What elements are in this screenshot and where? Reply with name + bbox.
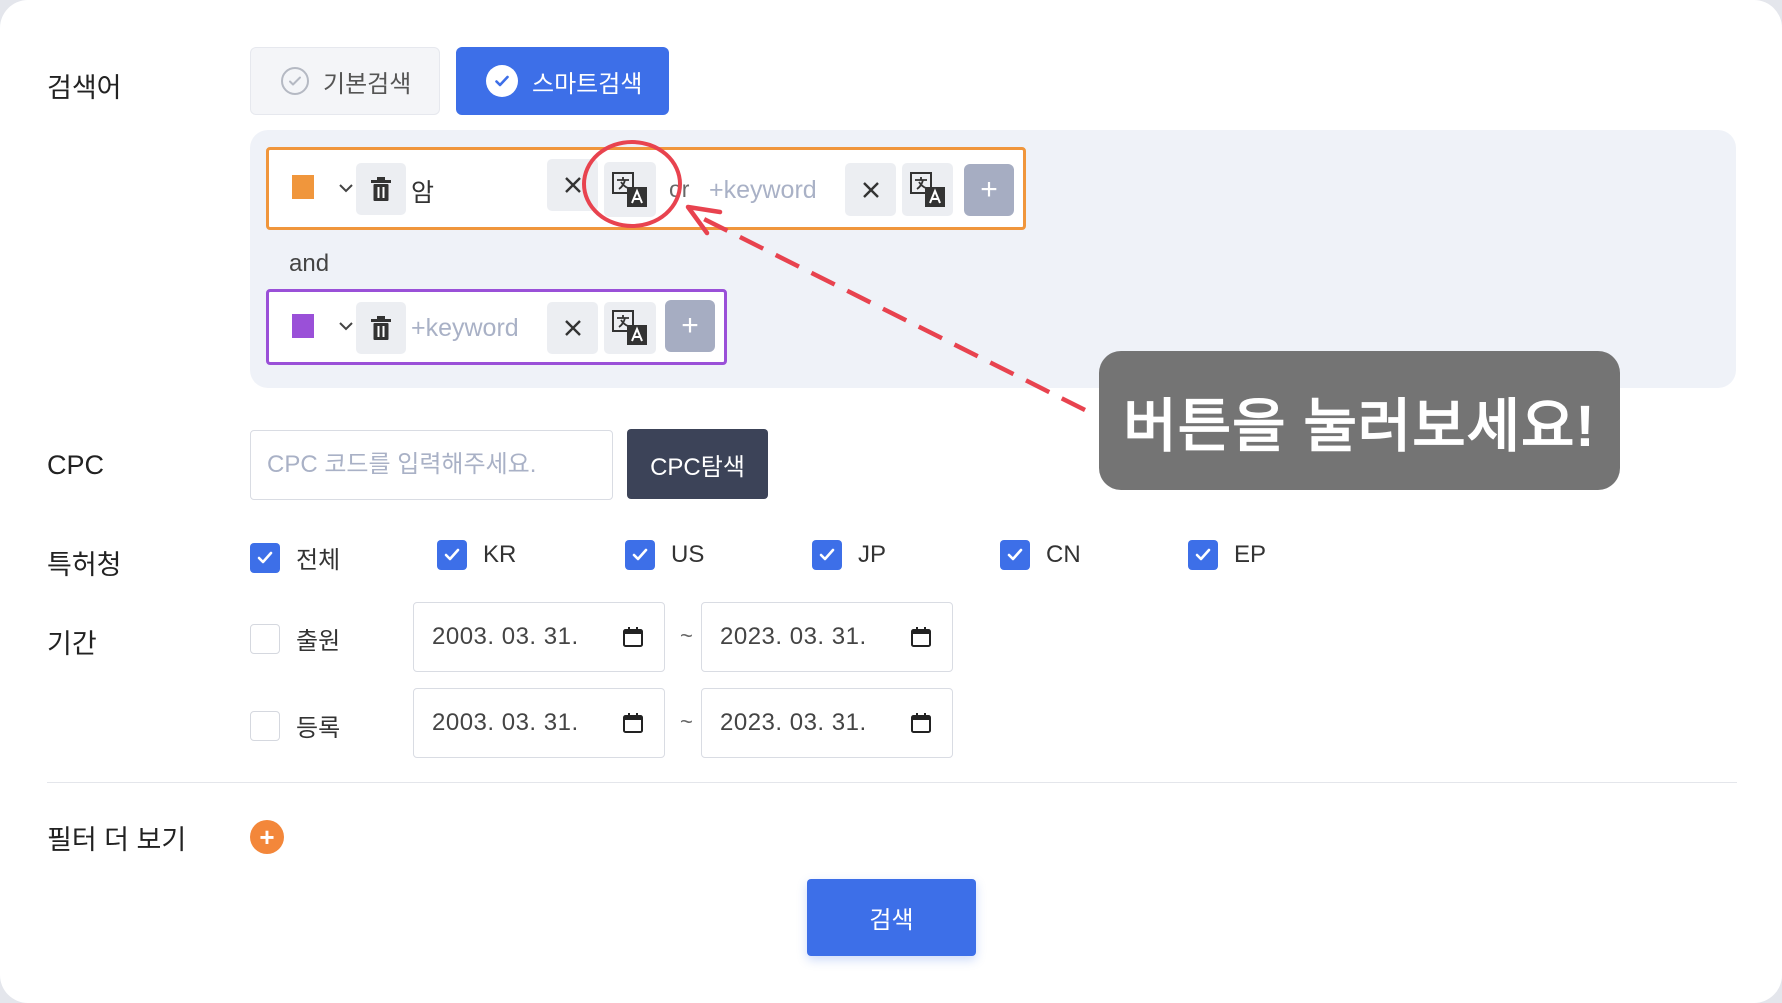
registration-date-from[interactable]: 2003. 03. 31. <box>413 688 665 758</box>
date-range-separator: ~ <box>680 709 693 734</box>
application-date-to[interactable]: 2023. 03. 31. <box>701 602 953 672</box>
date-value: 2023. 03. 31. <box>720 709 867 736</box>
check-circle-icon <box>486 65 518 97</box>
basic-search-label: 기본검색 <box>323 70 412 98</box>
keyword-term-2[interactable]: +keyword <box>709 176 817 205</box>
clear-term-button[interactable] <box>547 302 598 354</box>
date-value: 2003. 03. 31. <box>432 623 579 650</box>
office-checkbox-kr[interactable]: KR <box>437 540 516 570</box>
basic-search-toggle[interactable]: 기본검색 <box>250 47 440 115</box>
add-term-button[interactable]: + <box>665 300 715 352</box>
office-label-text: JP <box>858 541 887 568</box>
translate-button[interactable] <box>604 302 656 354</box>
checkbox-checked-icon <box>250 542 280 573</box>
cpc-explore-button[interactable]: CPC탐색 <box>627 429 768 499</box>
search-button[interactable]: 검색 <box>807 879 976 956</box>
translate-button[interactable] <box>902 163 953 216</box>
close-icon <box>564 177 581 193</box>
translate-icon <box>612 171 647 207</box>
translate-button[interactable] <box>604 162 656 217</box>
group-color-swatch[interactable] <box>292 175 314 199</box>
smart-search-label: 스마트검색 <box>532 70 643 98</box>
close-icon <box>564 320 581 336</box>
keyword-label: 검색어 <box>47 73 122 103</box>
checkbox-checked-icon <box>1000 540 1030 570</box>
tooltip-callout: 버튼을 눌러보세요! <box>1099 351 1620 490</box>
keyword-term-1[interactable]: 암 <box>411 173 434 209</box>
office-label-text: CN <box>1046 541 1081 568</box>
office-label: 특허청 <box>47 550 122 580</box>
date-value: 2003. 03. 31. <box>432 709 579 736</box>
application-date-from[interactable]: 2003. 03. 31. <box>413 602 665 672</box>
checkbox-checked-icon <box>625 540 655 570</box>
calendar-icon[interactable] <box>910 626 932 648</box>
registration-date-checkbox[interactable]: 등록 <box>250 708 340 743</box>
smart-search-toggle[interactable]: 스마트검색 <box>456 47 669 115</box>
registration-date-to[interactable]: 2023. 03. 31. <box>701 688 953 758</box>
calendar-icon[interactable] <box>622 712 644 734</box>
office-checkbox-jp[interactable]: JP <box>812 540 886 570</box>
section-divider <box>47 782 1737 783</box>
clear-term-button[interactable] <box>845 163 896 216</box>
checkbox-checked-icon <box>812 540 842 570</box>
office-checkbox-us[interactable]: US <box>625 540 704 570</box>
keyword-term-1[interactable]: +keyword <box>411 314 519 343</box>
checkbox-unchecked-icon <box>250 710 280 741</box>
registration-label: 등록 <box>296 715 341 742</box>
search-form-card: 검색어 기본검색 스마트검색 암 or +keyword + and +keyw… <box>0 0 1782 1003</box>
office-label-text: 전체 <box>296 547 341 574</box>
close-icon <box>862 181 879 198</box>
delete-group-button[interactable] <box>356 163 406 215</box>
check-circle-icon <box>281 67 309 95</box>
trash-icon <box>371 316 391 340</box>
trash-icon <box>371 177 391 201</box>
office-label-text: KR <box>483 541 517 568</box>
checkbox-checked-icon <box>437 540 467 570</box>
application-date-checkbox[interactable]: 출원 <box>250 621 340 656</box>
date-range-separator: ~ <box>680 623 693 648</box>
chevron-down-icon[interactable] <box>338 318 354 334</box>
chevron-down-icon[interactable] <box>338 180 354 196</box>
date-value: 2023. 03. 31. <box>720 623 867 650</box>
more-filters-button[interactable]: + <box>250 820 284 854</box>
cpc-label: CPC <box>47 450 105 480</box>
office-checkbox-all[interactable]: 전체 <box>250 540 340 575</box>
checkbox-checked-icon <box>1188 540 1218 570</box>
office-checkbox-ep[interactable]: EP <box>1188 540 1266 570</box>
cpc-input[interactable] <box>250 430 613 500</box>
office-checkbox-cn[interactable]: CN <box>1000 540 1081 570</box>
add-term-button[interactable]: + <box>964 164 1014 216</box>
and-connector: and <box>289 250 330 277</box>
calendar-icon[interactable] <box>622 626 644 648</box>
more-filters-label: 필터 더 보기 <box>47 825 187 855</box>
clear-term-button[interactable] <box>547 159 598 211</box>
or-connector: or <box>669 176 690 202</box>
calendar-icon[interactable] <box>910 712 932 734</box>
checkbox-unchecked-icon <box>250 623 280 654</box>
translate-icon <box>612 310 647 345</box>
group-color-swatch[interactable] <box>292 314 314 338</box>
delete-group-button[interactable] <box>356 302 406 354</box>
period-label: 기간 <box>47 629 97 659</box>
application-label: 출원 <box>296 628 341 655</box>
office-label-text: EP <box>1234 541 1267 568</box>
translate-icon <box>909 171 945 207</box>
office-label-text: US <box>671 541 705 568</box>
